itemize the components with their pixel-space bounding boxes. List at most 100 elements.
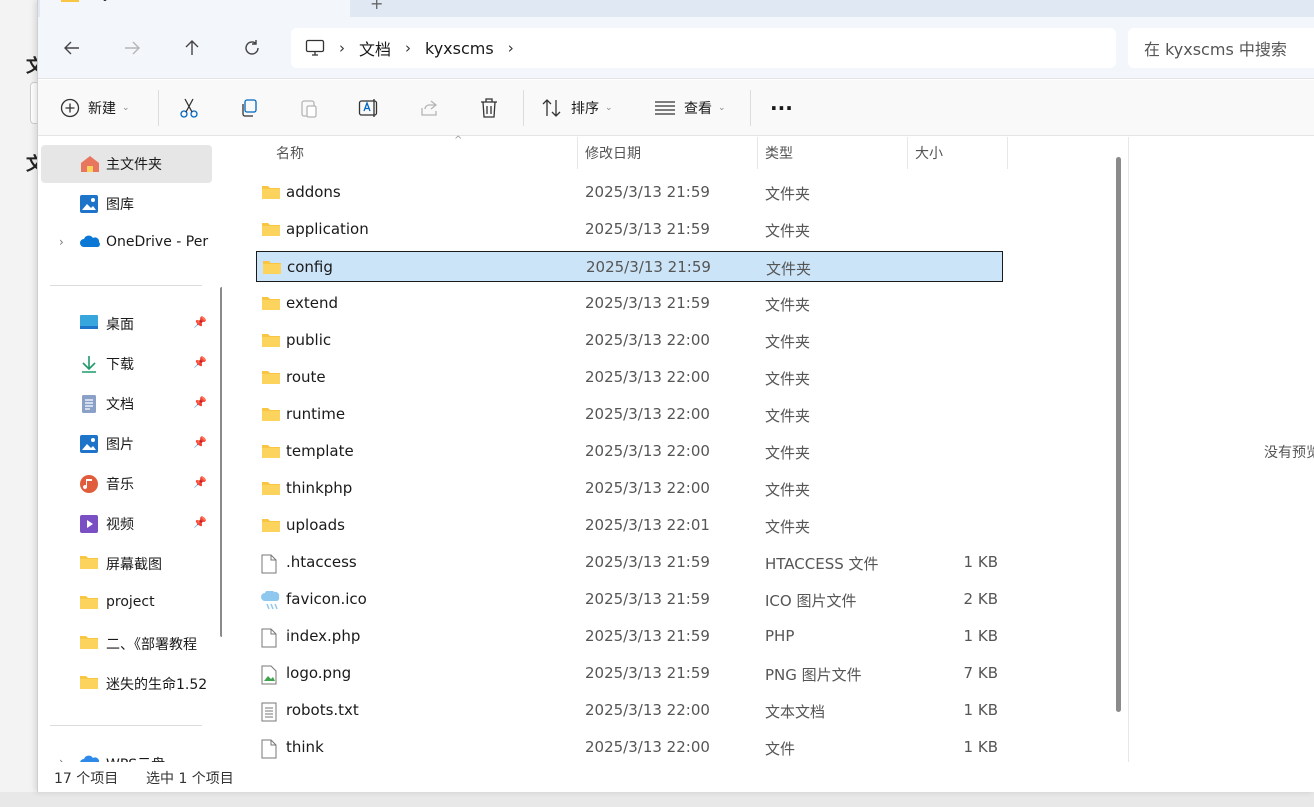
delete-button[interactable] — [479, 92, 499, 124]
arrow-left-icon — [64, 41, 79, 55]
background-bottom — [0, 792, 1314, 807]
sidebar-item[interactable]: 图片 📌 — [41, 425, 212, 463]
column-header-date[interactable]: 修改日期 — [578, 137, 758, 169]
sidebar-item[interactable]: 文档 📌 — [41, 385, 212, 423]
sidebar-item-label: OneDrive - Per — [106, 234, 209, 250]
more-options-button[interactable]: ··· — [770, 92, 793, 124]
sidebar-item[interactable]: 主文件夹 — [41, 145, 212, 183]
file-row[interactable]: config 2025/3/13 21:59 文件夹 — [256, 251, 1003, 282]
file-row[interactable]: route 2025/3/13 22:00 文件夹 — [256, 362, 1003, 393]
txt-icon — [261, 702, 279, 722]
file-row[interactable]: .htaccess 2025/3/13 21:59 HTACCESS 文件 1 KB — [256, 547, 1003, 578]
arrow-right-icon — [125, 41, 140, 55]
chevron-right-icon[interactable]: › — [59, 235, 64, 249]
sidebar-item[interactable]: › OneDrive - Per — [41, 225, 212, 263]
pin-icon[interactable]: 📌 — [193, 516, 207, 529]
pin-icon[interactable]: 📌 — [193, 396, 207, 409]
file-row[interactable]: public 2025/3/13 22:00 文件夹 — [256, 325, 1003, 356]
sidebar-item[interactable]: 下载 📌 — [41, 345, 212, 383]
pin-icon[interactable]: 📌 — [193, 316, 207, 329]
new-button[interactable]: 新建 ⌄ — [60, 92, 130, 124]
file-date: 2025/3/13 22:00 — [585, 368, 710, 386]
file-name: application — [286, 220, 369, 238]
cloud-icon — [79, 754, 101, 762]
column-header-type[interactable]: 类型 — [758, 137, 908, 169]
pin-icon[interactable]: 📌 — [193, 436, 207, 449]
cut-button[interactable] — [179, 92, 199, 124]
sidebar-item-label: 音乐 — [106, 477, 134, 493]
file-row[interactable]: robots.txt 2025/3/13 22:00 文本文档 1 KB — [256, 695, 1003, 726]
file-date: 2025/3/13 22:00 — [585, 442, 710, 460]
file-list-scrollbar[interactable] — [1113, 137, 1125, 762]
rename-icon — [358, 99, 378, 117]
pin-icon[interactable]: 📌 — [193, 356, 207, 369]
share-icon — [421, 100, 438, 116]
new-button-label: 新建 — [88, 101, 116, 117]
folder-icon — [79, 594, 101, 614]
file-row[interactable]: extend 2025/3/13 21:59 文件夹 — [256, 288, 1003, 319]
pin-icon[interactable]: 📌 — [193, 476, 207, 489]
share-button[interactable] — [419, 92, 439, 124]
file-type: 文件夹 — [765, 370, 811, 388]
breadcrumb-documents[interactable]: 文档 — [359, 36, 391, 60]
file-row[interactable]: thinkphp 2025/3/13 22:00 文件夹 — [256, 473, 1003, 504]
more-icon: ··· — [770, 96, 793, 120]
breadcrumb-kyxscms[interactable]: kyxscms — [425, 39, 494, 58]
sidebar-item[interactable]: › WPS云盘 — [41, 745, 212, 762]
rename-button[interactable] — [358, 92, 380, 124]
file-row[interactable]: runtime 2025/3/13 22:00 文件夹 — [256, 399, 1003, 430]
file-explorer-window: kyxscms + › 文档 › kyxscms › 在 kyxscms 中搜索 — [37, 0, 1314, 792]
chevron-right-icon[interactable]: › — [59, 755, 64, 762]
file-row[interactable]: application 2025/3/13 21:59 文件夹 — [256, 214, 1003, 245]
status-bar: 17 个项目 选中 1 个项目 — [38, 762, 1314, 792]
sort-button[interactable]: 排序 ⌄ — [541, 92, 613, 124]
folder-icon — [261, 369, 280, 385]
videos-icon — [79, 514, 101, 534]
chevron-down-icon: ⌄ — [605, 103, 613, 113]
sidebar-item[interactable]: project — [41, 585, 212, 623]
back-button[interactable] — [55, 31, 89, 65]
file-row[interactable]: template 2025/3/13 22:00 文件夹 — [256, 436, 1003, 467]
view-button[interactable]: 查看 ⌄ — [654, 92, 726, 124]
file-size: 2 KB — [963, 590, 998, 608]
chevron-right-icon[interactable]: › — [508, 39, 514, 57]
new-tab-button[interactable]: + — [370, 0, 383, 13]
forward-button[interactable] — [115, 31, 149, 65]
sidebar-item[interactable]: 图库 — [41, 185, 212, 223]
search-input[interactable]: 在 kyxscms 中搜索 — [1128, 28, 1314, 68]
tab-kyxscms[interactable]: kyxscms — [40, 0, 350, 17]
paste-button[interactable] — [299, 92, 319, 124]
sidebar-scrollbar[interactable] — [220, 287, 222, 637]
file-row[interactable]: uploads 2025/3/13 22:01 文件夹 — [256, 510, 1003, 541]
copy-button[interactable] — [239, 92, 259, 124]
file-icon — [261, 554, 279, 574]
file-row[interactable]: addons 2025/3/13 21:59 文件夹 — [256, 177, 1003, 208]
file-row[interactable]: favicon.ico 2025/3/13 21:59 ICO 图片文件 2 KB — [256, 584, 1003, 615]
sidebar-item[interactable]: 屏幕截图 — [41, 545, 212, 583]
file-type: 文件夹 — [765, 444, 811, 462]
sidebar-item[interactable]: 迷失的生命1.52 — [41, 665, 212, 703]
file-row[interactable]: index.php 2025/3/13 21:59 PHP 1 KB — [256, 621, 1003, 652]
tab-strip: kyxscms + — [38, 0, 1314, 17]
sidebar-item[interactable]: 音乐 📌 — [41, 465, 212, 503]
file-size: 1 KB — [963, 701, 998, 719]
folder-icon — [261, 332, 280, 348]
sidebar-item[interactable]: 二、《部署教程 — [41, 625, 212, 663]
refresh-button[interactable] — [235, 31, 269, 65]
up-button[interactable] — [175, 31, 209, 65]
file-name: config — [287, 258, 333, 276]
file-name: robots.txt — [286, 701, 359, 719]
file-date: 2025/3/13 21:59 — [586, 258, 711, 276]
view-button-label: 查看 — [684, 101, 712, 117]
file-row[interactable]: logo.png 2025/3/13 21:59 PNG 图片文件 7 KB — [256, 658, 1003, 689]
column-header-name[interactable]: 名称 ^ — [269, 135, 578, 169]
column-header-size[interactable]: 大小 — [908, 137, 1008, 169]
sidebar-item[interactable]: 桌面 📌 — [41, 305, 212, 343]
file-row[interactable]: think 2025/3/13 22:00 文件 1 KB — [256, 732, 1003, 763]
file-type: 文件夹 — [765, 296, 811, 314]
scrollbar-thumb[interactable] — [1116, 157, 1121, 712]
sidebar-item[interactable]: 视频 📌 — [41, 505, 212, 543]
file-type: 文件 — [765, 740, 796, 758]
file-name: uploads — [286, 516, 345, 534]
address-bar[interactable]: › 文档 › kyxscms › — [291, 28, 1116, 68]
